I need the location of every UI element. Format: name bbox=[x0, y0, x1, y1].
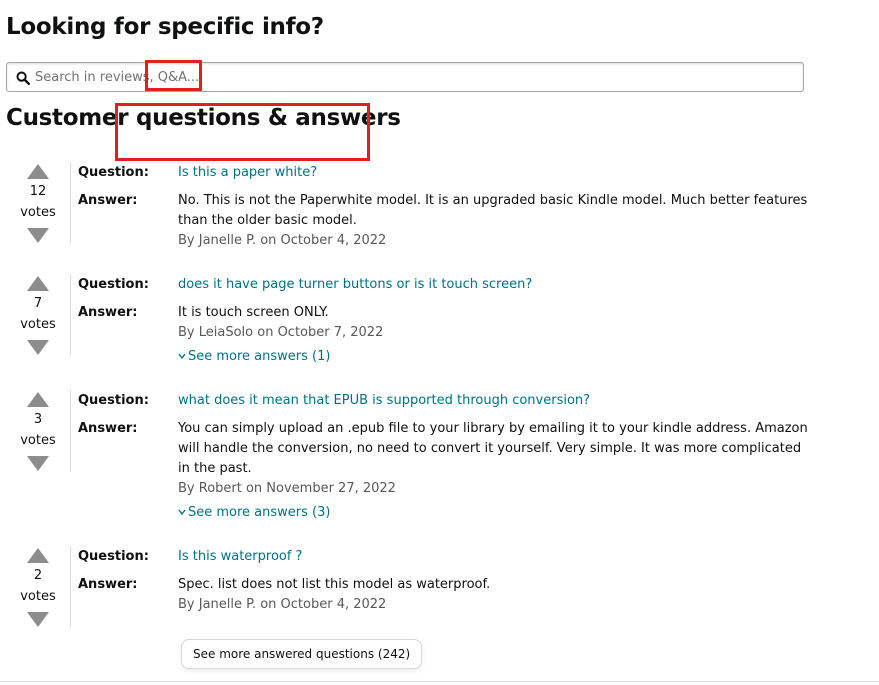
answer-label: Answer: bbox=[78, 577, 138, 592]
search-icon bbox=[16, 70, 31, 86]
see-more-answers-link[interactable]: See more answers (3) bbox=[178, 505, 330, 520]
chevron-down-icon bbox=[178, 349, 186, 364]
upvote-icon[interactable] bbox=[27, 276, 49, 292]
votes-label: votes bbox=[20, 433, 56, 448]
downvote-icon[interactable] bbox=[27, 227, 49, 243]
section-divider bbox=[0, 681, 879, 682]
see-more-answers-label: See more answers (3) bbox=[188, 505, 331, 520]
downvote-icon[interactable] bbox=[27, 611, 49, 627]
upvote-icon[interactable] bbox=[27, 392, 49, 408]
question-label: Question: bbox=[78, 277, 149, 292]
vote-count: 2 bbox=[33, 568, 43, 583]
answer-label: Answer: bbox=[78, 193, 138, 208]
question-link[interactable]: Is this waterproof ? bbox=[178, 549, 302, 564]
answer-text: It is touch screen ONLY. bbox=[178, 305, 329, 320]
answer-text: Spec. list does not list this model as w… bbox=[178, 577, 491, 592]
answer-byline: By LeiaSolo on October 7, 2022 bbox=[178, 325, 384, 340]
question-link[interactable]: does it have page turner buttons or is i… bbox=[178, 277, 532, 292]
votes-label: votes bbox=[20, 317, 56, 332]
vote-count: 7 bbox=[33, 296, 43, 311]
downvote-icon[interactable] bbox=[27, 339, 49, 355]
question-link[interactable]: Is this a paper white? bbox=[178, 165, 317, 180]
search-box[interactable] bbox=[6, 62, 804, 92]
vote-count: 12 bbox=[29, 184, 47, 199]
answer-byline: By Janelle P. on October 4, 2022 bbox=[178, 597, 387, 612]
question-label: Question: bbox=[78, 393, 149, 408]
question-label: Question: bbox=[78, 549, 149, 564]
chevron-down-icon bbox=[178, 505, 186, 520]
page-title: Looking for specific info? bbox=[6, 14, 324, 40]
question-label: Question: bbox=[78, 165, 149, 180]
answer-text: You can simply upload an .epub file to y… bbox=[178, 421, 808, 476]
downvote-icon[interactable] bbox=[27, 455, 49, 471]
answer-byline: By Robert on November 27, 2022 bbox=[178, 481, 396, 496]
vote-count: 3 bbox=[33, 412, 43, 427]
search-input[interactable] bbox=[35, 66, 795, 88]
answer-text: No. This is not the Paperwhite model. It… bbox=[178, 193, 808, 228]
answer-label: Answer: bbox=[78, 305, 138, 320]
answer-label: Answer: bbox=[78, 421, 138, 436]
question-link[interactable]: what does it mean that EPUB is supported… bbox=[178, 393, 590, 408]
see-more-questions-button[interactable]: See more answered questions (242) bbox=[181, 639, 423, 669]
see-more-answers-label: See more answers (1) bbox=[188, 349, 331, 364]
divider bbox=[70, 546, 71, 628]
upvote-icon[interactable] bbox=[27, 164, 49, 180]
divider bbox=[70, 274, 71, 356]
votes-label: votes bbox=[20, 589, 56, 604]
see-more-answers-link[interactable]: See more answers (1) bbox=[178, 349, 330, 364]
upvote-icon[interactable] bbox=[27, 548, 49, 564]
section-title: Customer questions & answers bbox=[6, 105, 401, 131]
divider bbox=[70, 390, 71, 472]
votes-label: votes bbox=[20, 205, 56, 220]
answer-byline: By Janelle P. on October 4, 2022 bbox=[178, 233, 387, 248]
divider bbox=[70, 162, 71, 244]
